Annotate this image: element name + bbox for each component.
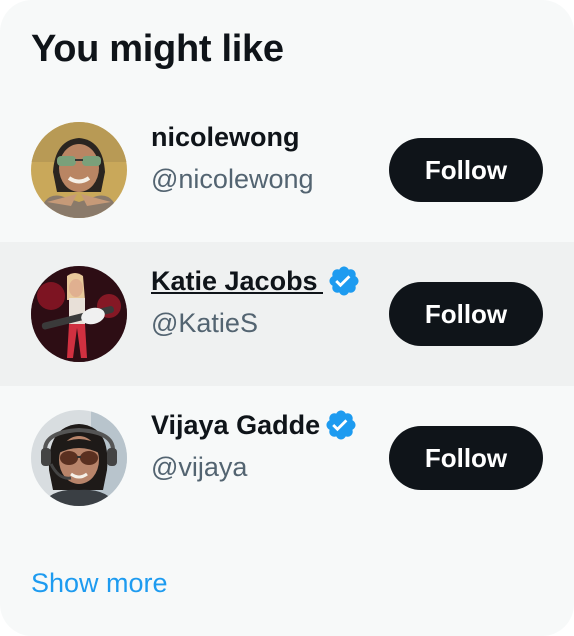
avatar[interactable] xyxy=(31,122,127,218)
follow-button[interactable]: Follow xyxy=(389,282,543,346)
user-row-katies[interactable]: Katie Jacobs Stanton @KatieS Follow xyxy=(0,242,574,386)
card-title: You might like xyxy=(31,28,284,70)
who-to-follow-card: You might like nicolewong @nicolewong Fo… xyxy=(0,0,574,636)
user-row-nicolewong[interactable]: nicolewong @nicolewong Follow xyxy=(0,98,574,242)
display-name[interactable]: Vijaya Gadde xyxy=(151,407,320,443)
handle: @KatieS xyxy=(151,308,258,338)
user-names: Vijaya Gadde @vijaya xyxy=(151,407,381,484)
display-name[interactable]: Katie Jacobs Stanton xyxy=(151,263,323,299)
handle: @vijaya xyxy=(151,452,248,482)
avatar[interactable] xyxy=(31,410,127,506)
name-line: Katie Jacobs Stanton xyxy=(151,263,381,299)
display-name[interactable]: nicolewong xyxy=(151,119,300,155)
show-more-link[interactable]: Show more xyxy=(31,564,168,602)
user-names: nicolewong @nicolewong xyxy=(151,119,381,196)
user-names: Katie Jacobs Stanton @KatieS xyxy=(151,263,381,340)
user-row-vijaya[interactable]: Vijaya Gadde @vijaya Follow xyxy=(0,386,574,530)
follow-button[interactable]: Follow xyxy=(389,426,543,490)
name-line: Vijaya Gadde xyxy=(151,407,381,443)
follow-button[interactable]: Follow xyxy=(389,138,543,202)
handle: @nicolewong xyxy=(151,164,314,194)
verified-badge-icon xyxy=(324,408,358,442)
verified-badge-icon xyxy=(327,264,361,298)
avatar[interactable] xyxy=(31,266,127,362)
name-line: nicolewong xyxy=(151,119,381,155)
